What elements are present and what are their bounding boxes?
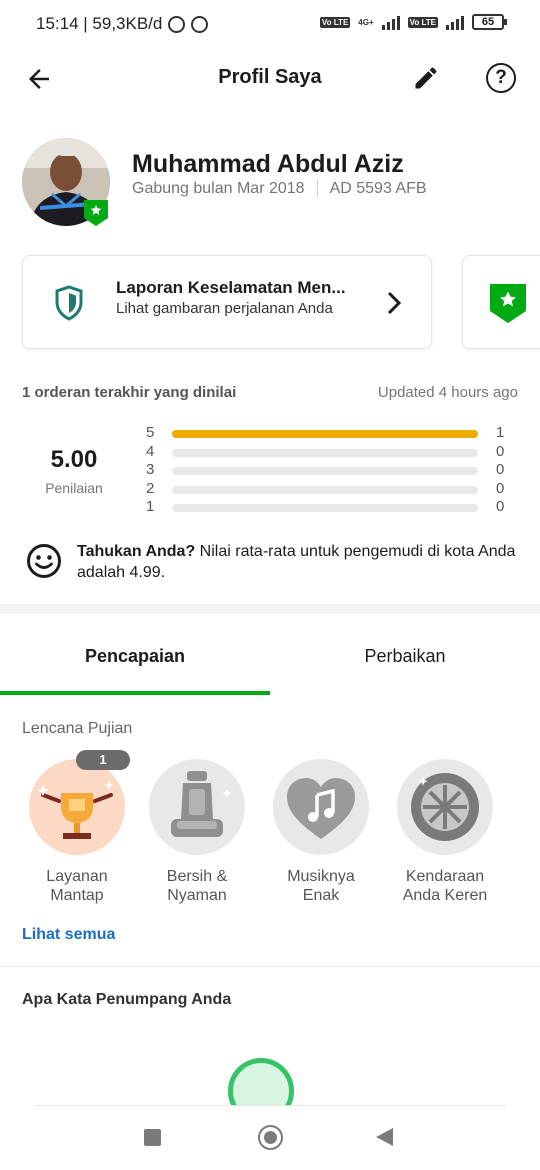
rating-bar-fill: [172, 430, 478, 438]
rating-updated: Updated 4 hours ago: [377, 384, 518, 401]
music-heart-icon: [273, 759, 369, 855]
battery-icon: 65: [472, 14, 507, 30]
license-plate: AD 5593 AFB: [329, 180, 427, 197]
trophy-icon: [29, 759, 125, 855]
profile-name: Muhammad Abdul Aziz: [132, 150, 404, 178]
rating-star: 5: [146, 424, 155, 441]
app-bar: Profil Saya ?: [0, 48, 540, 108]
rating-bar-track: [172, 430, 478, 438]
badge-label: Layanan Mantap: [46, 868, 108, 904]
section-divider: [0, 604, 540, 614]
volte-badge-2: Vo LTE: [407, 16, 438, 28]
help-button[interactable]: ?: [486, 63, 516, 93]
rating-row: 4 0: [146, 443, 516, 461]
passenger-feedback-title: Apa Kata Penumpang Anda: [22, 991, 232, 1008]
rating-score: 5.00: [50, 446, 98, 473]
rating-bar-track: [172, 467, 478, 475]
wheel-icon: [397, 759, 493, 855]
status-left: 15:14 | 59,3KB/d: [36, 14, 209, 34]
rating-row: 5 1: [146, 424, 516, 442]
rating-star: 2: [146, 480, 155, 497]
badges-title: Lencana Pujian: [22, 720, 133, 737]
verified-badge-icon: [84, 200, 108, 226]
divider: [0, 966, 540, 967]
tab-perbaikan[interactable]: Perbaikan: [270, 646, 540, 667]
network-type: 4G+: [358, 17, 374, 27]
rating-count: 0: [496, 480, 505, 497]
tab-pencapaian[interactable]: Pencapaian: [0, 646, 270, 667]
rating-star: 3: [146, 461, 155, 478]
safety-card-subtitle: Lihat gambaran perjalanan Anda: [116, 300, 333, 317]
safety-report-card[interactable]: Laporan Keselamatan Men... Lihat gambara…: [22, 255, 432, 349]
back-nav-button[interactable]: [376, 1128, 393, 1146]
pencil-icon[interactable]: [412, 64, 440, 92]
tip-text: Tahukan Anda? Nilai rata-rata untuk peng…: [77, 541, 517, 583]
badge-label: Musiknya Enak: [287, 868, 355, 904]
join-date: Gabung bulan Mar 2018: [132, 180, 305, 197]
rating-bar-track: [172, 449, 478, 457]
car-seat-icon: [149, 759, 245, 855]
rating-count: 0: [496, 461, 505, 478]
badge-card[interactable]: [462, 255, 540, 349]
content-edge: [34, 1105, 506, 1106]
rating-star: 4: [146, 443, 155, 460]
page-title: Profil Saya: [218, 66, 322, 88]
rating-count: 0: [496, 443, 505, 460]
rating-bar-track: [172, 504, 478, 512]
tab-indicator: [0, 691, 270, 695]
star-badge-icon: [490, 284, 526, 323]
rating-score-label: Penilaian: [45, 480, 103, 496]
status-time: 15:14 | 59,3KB/d: [36, 14, 163, 33]
tip-bold: Tahukan Anda?: [77, 543, 196, 560]
shield-icon: [55, 285, 83, 321]
rating-count: 0: [496, 498, 505, 515]
profile-meta: Gabung bulan Mar 2018 AD 5593 AFB: [132, 180, 427, 198]
rating-row: 3 0: [146, 461, 516, 479]
question-icon: ?: [495, 67, 507, 88]
badge-bersih-nyaman[interactable]: Bersih & Nyaman: [149, 759, 247, 905]
rating-row: 1 0: [146, 498, 516, 516]
signal-icon-2: [446, 14, 464, 30]
home-button[interactable]: [258, 1125, 283, 1150]
meta-divider: [316, 180, 318, 198]
badge-label: Kendaraan Anda Keren: [402, 868, 488, 904]
status-right: Vo LTE 4G+ Vo LTE 65: [319, 14, 507, 30]
whatsapp-icon: [191, 15, 209, 33]
badge-label: Bersih & Nyaman: [166, 868, 228, 904]
rating-count: 1: [496, 424, 505, 441]
rating-star: 1: [146, 498, 155, 515]
see-all-link[interactable]: Lihat semua: [22, 926, 115, 944]
badge-layanan-mantap[interactable]: Layanan Mantap: [29, 759, 127, 905]
chevron-right-icon: [387, 291, 402, 315]
rating-bar-track: [172, 486, 478, 494]
rating-row: 2 0: [146, 480, 516, 498]
alarm-icon: [168, 15, 186, 33]
volte-badge: Vo LTE: [319, 16, 351, 28]
status-bar: 15:14 | 59,3KB/d Vo LTE 4G+ Vo LTE 65: [0, 0, 540, 48]
rating-header: 1 orderan terakhir yang dinilai: [22, 384, 237, 401]
badge-musiknya-enak[interactable]: Musiknya Enak: [273, 759, 371, 905]
badge-count: 1: [76, 750, 130, 770]
smiley-icon: [27, 544, 61, 578]
recent-apps-button[interactable]: [144, 1129, 161, 1146]
safety-card-title: Laporan Keselamatan Men...: [116, 278, 346, 297]
signal-icon: [381, 14, 400, 30]
badge-kendaraan-keren[interactable]: Kendaraan Anda Keren: [397, 759, 495, 905]
